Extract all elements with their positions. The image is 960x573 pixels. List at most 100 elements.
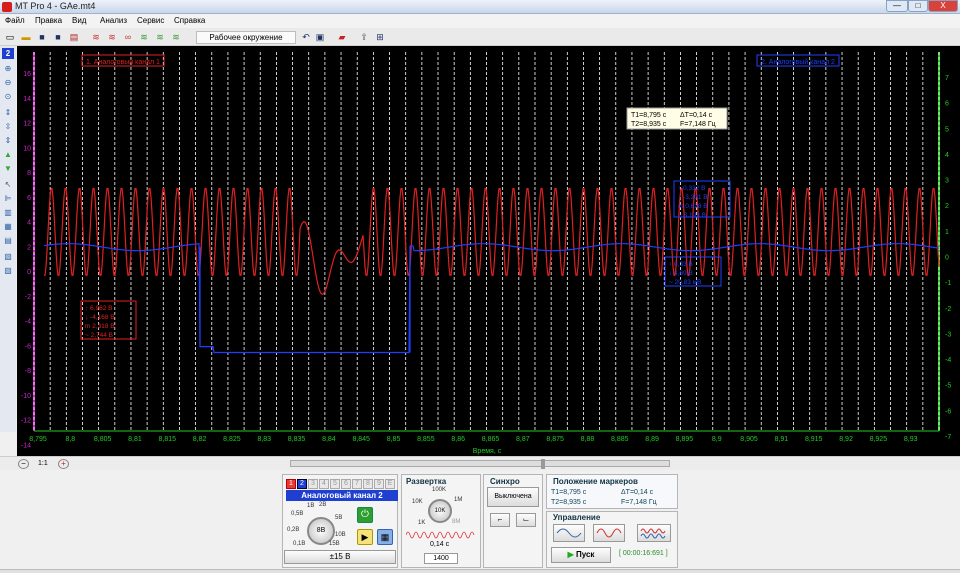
channel-tab-2[interactable]: 2 bbox=[297, 479, 307, 489]
sweep-knob[interactable]: 10K bbox=[428, 499, 452, 523]
x-tick-label: 8,85 bbox=[387, 436, 401, 443]
marker-icon[interactable]: ⊫ bbox=[3, 194, 13, 204]
mode-auto-icon bbox=[640, 528, 666, 539]
grid-icon[interactable]: ⊞ bbox=[374, 31, 386, 43]
y-right-tick-label: 3 bbox=[945, 178, 949, 185]
waveform-copy-icon[interactable]: ≋ bbox=[138, 31, 150, 43]
channel-power-button[interactable]: ⏻ bbox=[357, 507, 373, 523]
open-folder-icon[interactable]: ▬ bbox=[20, 31, 32, 43]
reference-icon[interactable]: ▤ bbox=[3, 236, 13, 246]
waveform-link-icon[interactable]: ∞ bbox=[122, 31, 134, 43]
menu-service[interactable]: Сервис bbox=[137, 16, 164, 25]
channel-tab-1[interactable]: 1 bbox=[286, 479, 296, 489]
channel-play-button[interactable]: ▶ bbox=[357, 529, 373, 545]
x-tick-label: 8,86 bbox=[451, 436, 465, 443]
zoom-in-time-button[interactable]: + bbox=[58, 459, 69, 469]
oscilloscope-plot[interactable]: 8,795 8,8 8,805 8,81 8,815 8,82 8,825 8,83 8,835… bbox=[17, 46, 960, 456]
start-button[interactable]: ▶ Пуск bbox=[551, 547, 611, 563]
control-title: Управление bbox=[553, 513, 601, 522]
sync-falling-edge-icon[interactable]: ⌙ bbox=[516, 513, 536, 527]
active-channel-badge[interactable]: 2 bbox=[2, 48, 14, 59]
car-icon[interactable]: ▰ bbox=[336, 31, 348, 43]
stats-line: m 0,628 В bbox=[678, 203, 708, 210]
channel-panel-title: Аналоговый канал 2 bbox=[286, 490, 398, 501]
stats-line: ↑ 6,962 В bbox=[85, 305, 112, 312]
channel-tab-7[interactable]: 7 bbox=[352, 479, 362, 489]
save-icon[interactable]: ■ bbox=[36, 31, 48, 43]
grid-toggle-icon[interactable]: ▦ bbox=[3, 222, 13, 232]
close-button[interactable]: X bbox=[928, 0, 958, 12]
y-left-tick-label: 6 bbox=[27, 195, 31, 202]
waveform-filter-icon[interactable]: ≋ bbox=[106, 31, 118, 43]
center-vertical-icon[interactable]: ⇕ bbox=[3, 136, 13, 146]
upload-icon[interactable]: ⇪ bbox=[358, 31, 370, 43]
menu-analysis[interactable]: Анализ bbox=[100, 16, 127, 25]
stats-line: ↓ -4,168 В bbox=[85, 314, 115, 321]
scroll-thumb[interactable] bbox=[541, 459, 545, 469]
sync-mode-button[interactable]: Выключена bbox=[487, 487, 539, 507]
knob-label-02v: 0,2В bbox=[287, 527, 300, 533]
shrink-vertical-icon[interactable]: ⇳ bbox=[3, 122, 13, 132]
move-down-icon[interactable]: ▼ bbox=[3, 164, 13, 174]
zoom-in-icon[interactable]: ⊕ bbox=[3, 64, 13, 74]
new-file-icon[interactable]: ▭ bbox=[4, 31, 16, 43]
channel-tab-E[interactable]: E bbox=[385, 479, 395, 489]
knob-label-5v: 5В bbox=[335, 515, 343, 521]
spectrum-icon[interactable]: ▧ bbox=[3, 252, 13, 262]
workspace-select[interactable]: Рабочее окружение bbox=[196, 31, 296, 44]
zoom-ratio[interactable]: 1:1 bbox=[38, 460, 48, 467]
save-as-icon[interactable]: ■ bbox=[52, 31, 64, 43]
samples-input[interactable]: 1400 bbox=[424, 553, 458, 564]
maximize-button[interactable]: □ bbox=[908, 0, 928, 12]
zoom-out-time-button[interactable]: − bbox=[18, 459, 29, 469]
history-icon[interactable]: ▨ bbox=[3, 266, 13, 276]
print-preview-icon[interactable]: ▣ bbox=[314, 31, 326, 43]
mode-auto-button[interactable] bbox=[637, 524, 671, 542]
menu-file[interactable]: Файл bbox=[5, 16, 25, 25]
elapsed-time: [ 00:00:16:691 ] bbox=[619, 550, 668, 557]
x-tick-label: 8,92 bbox=[839, 436, 853, 443]
channel-tab-8[interactable]: 8 bbox=[363, 479, 373, 489]
range-select[interactable]: ±15 В bbox=[284, 550, 396, 564]
channel-tab-3[interactable]: 3 bbox=[308, 479, 318, 489]
mode-single-button[interactable] bbox=[553, 524, 585, 542]
waveform-icon[interactable]: ≋ bbox=[90, 31, 102, 43]
navigation-row: − 1:1 + bbox=[0, 456, 960, 470]
zoom-out-icon[interactable]: ⊖ bbox=[3, 78, 13, 88]
marker-dt: ΔT=0,14 с bbox=[621, 489, 654, 496]
export-icon[interactable]: ▤ bbox=[68, 31, 80, 43]
x-tick-label: 8,81 bbox=[128, 436, 142, 443]
channel-settings-button[interactable]: ▦ bbox=[377, 529, 393, 545]
app-icon bbox=[2, 2, 12, 12]
menu-edit[interactable]: Правка bbox=[35, 16, 62, 25]
y-right-tick-label: 6 bbox=[945, 101, 949, 108]
channel-tab-9[interactable]: 9 bbox=[374, 479, 384, 489]
x-tick-label: 8,89 bbox=[645, 436, 659, 443]
measure-icon[interactable]: ▥ bbox=[3, 208, 13, 218]
undo-icon[interactable]: ↶ bbox=[300, 31, 312, 43]
channel-1-trace bbox=[44, 188, 940, 295]
waveform-paste-icon[interactable]: ≋ bbox=[154, 31, 166, 43]
channel-tab-6[interactable]: 6 bbox=[341, 479, 351, 489]
sync-panel: Синхро Выключена ⌐ ⌙ bbox=[483, 474, 543, 568]
minimize-button[interactable]: — bbox=[886, 0, 908, 12]
sync-rising-edge-icon[interactable]: ⌐ bbox=[490, 513, 510, 527]
mode-normal-button[interactable] bbox=[593, 524, 625, 542]
channel-tab-5[interactable]: 5 bbox=[330, 479, 340, 489]
menu-view[interactable]: Вид bbox=[72, 16, 86, 25]
y-left-tick-label: 2 bbox=[27, 244, 31, 251]
cursor-mode-icon[interactable]: ↖ bbox=[3, 180, 13, 190]
channel-settings-panel: 123456789E Аналоговый канал 2 8В 1В 2В 5… bbox=[282, 474, 398, 568]
status-bar bbox=[0, 569, 960, 573]
mode-single-icon bbox=[556, 528, 582, 538]
move-up-icon[interactable]: ▲ bbox=[3, 150, 13, 160]
sweep-panel: Развертка 10K 100K 1M 10K 1K 8M 0,14 с 1… bbox=[401, 474, 481, 568]
x-tick-label: 8,845 bbox=[352, 436, 370, 443]
time-scrollbar[interactable] bbox=[290, 459, 670, 469]
y-right-tick-label: -1 bbox=[945, 280, 951, 287]
menu-help[interactable]: Справка bbox=[174, 16, 205, 25]
expand-vertical-icon[interactable]: ⇕ bbox=[3, 108, 13, 118]
zoom-fit-icon[interactable]: ⊙ bbox=[3, 92, 13, 102]
waveform-settings-icon[interactable]: ≋ bbox=[170, 31, 182, 43]
channel-tab-4[interactable]: 4 bbox=[319, 479, 329, 489]
